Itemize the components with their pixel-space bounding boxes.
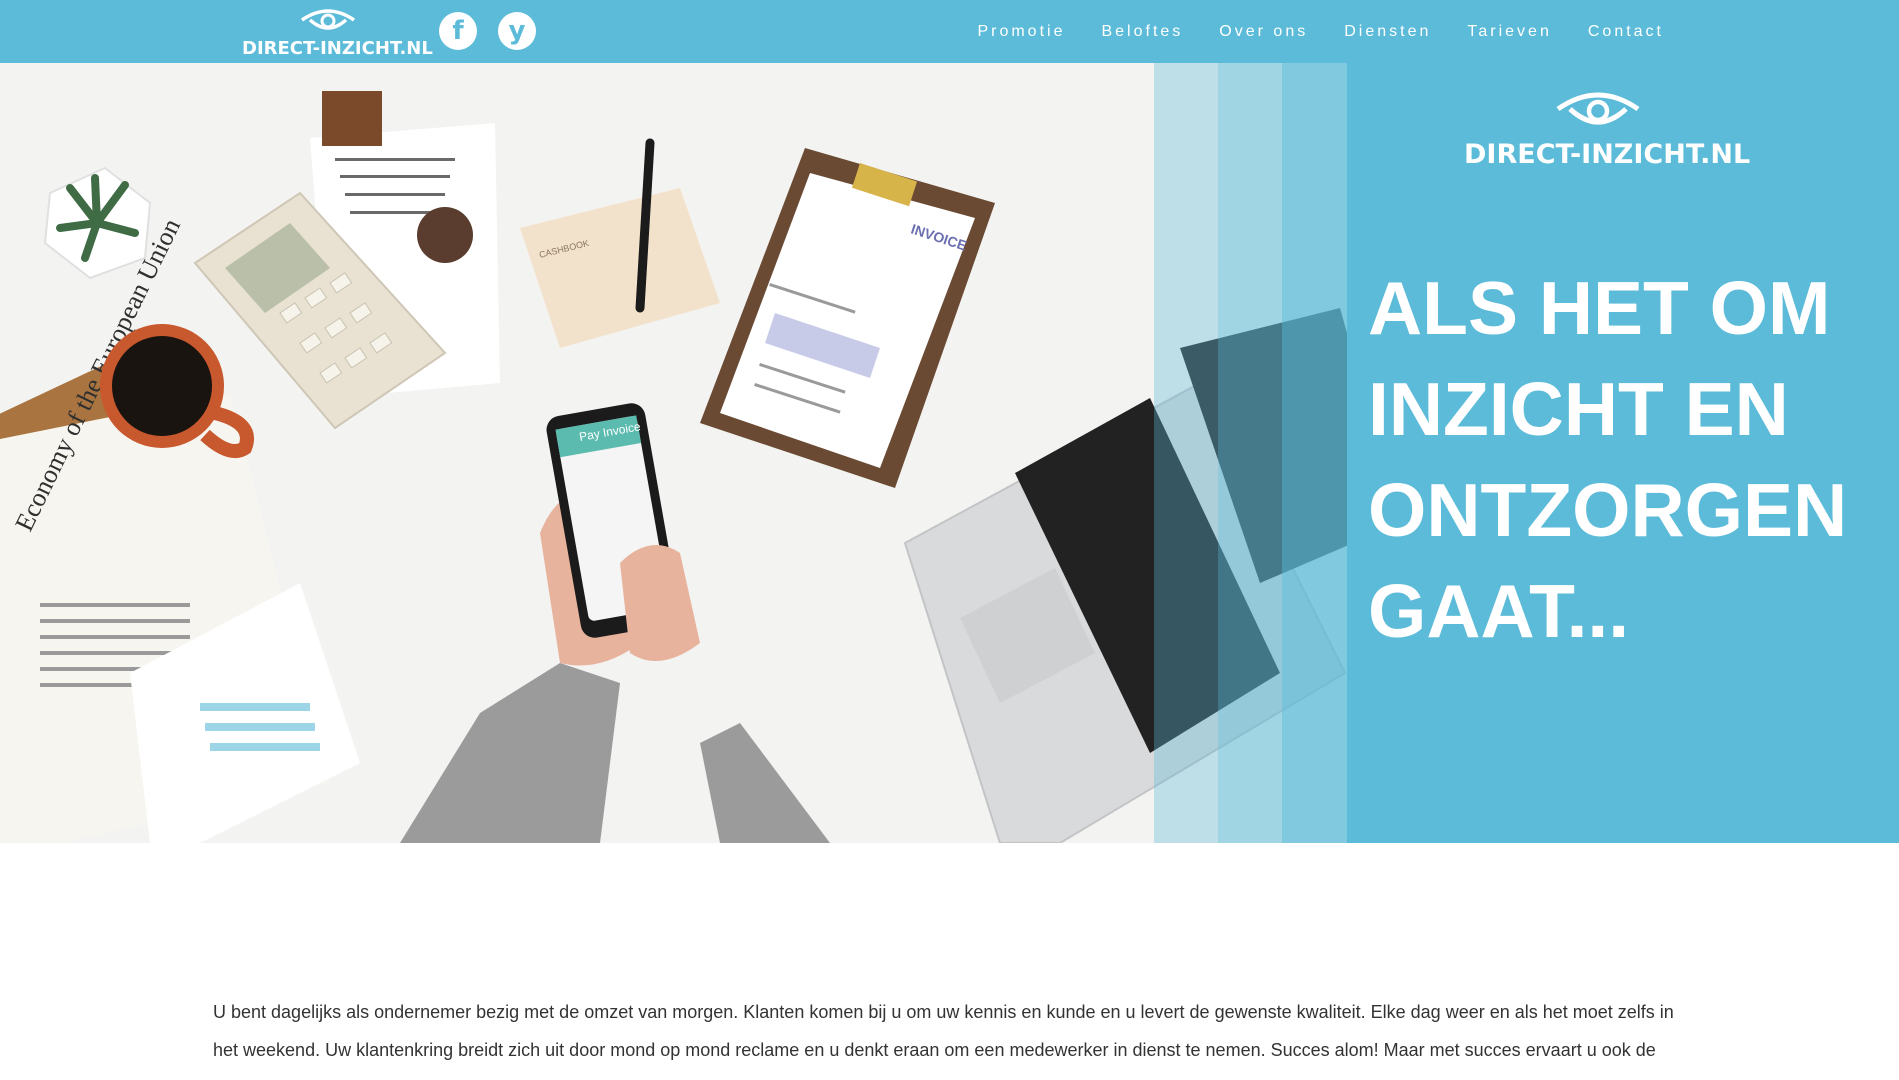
wooden-stamp [417, 207, 473, 263]
overlay-stripe [1154, 63, 1218, 843]
overlay-stripe [1218, 63, 1282, 843]
hero-logo: DIRECT-INZICHT.NL [1460, 87, 1750, 207]
eye-logo-icon [301, 9, 355, 30]
nav-beloftes[interactable]: Beloftes [1101, 23, 1183, 41]
nav-promotie[interactable]: Promotie [977, 23, 1065, 41]
nav-tarieven[interactable]: Tarieven [1467, 23, 1551, 41]
wooden-block [322, 91, 382, 146]
headline-line: ONTZORGEN [1368, 468, 1848, 552]
main-menu: Promotie Beloftes Over ons Diensten Tari… [941, 0, 1664, 63]
logo-text: DIRECT-INZICHT.NL [242, 38, 433, 59]
intro-paragraph: U bent dagelijks als ondernemer bezig me… [213, 1002, 1674, 1060]
headline-line: GAAT... [1368, 569, 1630, 653]
nav-contact[interactable]: Contact [1588, 23, 1664, 41]
hero-headline: ALS HET OM INZICHT EN ONTZORGEN GAAT... [1368, 258, 1888, 662]
nav-over-ons[interactable]: Over ons [1219, 23, 1308, 41]
eye-logo-icon [1556, 92, 1640, 125]
hero-banner: Economy of the European Union CASHBOOK I… [0, 63, 1899, 843]
yelp-icon[interactable]: y [498, 12, 536, 50]
overlay-stripe [1282, 63, 1347, 843]
headline-line: ALS HET OM [1368, 266, 1831, 350]
site-logo[interactable]: DIRECT-INZICHT.NL [240, 4, 433, 60]
top-navigation-bar: DIRECT-INZICHT.NL f y Promotie Beloftes … [0, 0, 1899, 63]
nav-diensten[interactable]: Diensten [1344, 23, 1431, 41]
yelp-glyph: y [508, 16, 526, 46]
facebook-glyph: f [452, 16, 464, 46]
hero-logo-text: DIRECT-INZICHT.NL [1464, 139, 1751, 170]
headline-line: INZICHT EN [1368, 367, 1789, 451]
facebook-icon[interactable]: f [439, 12, 477, 50]
